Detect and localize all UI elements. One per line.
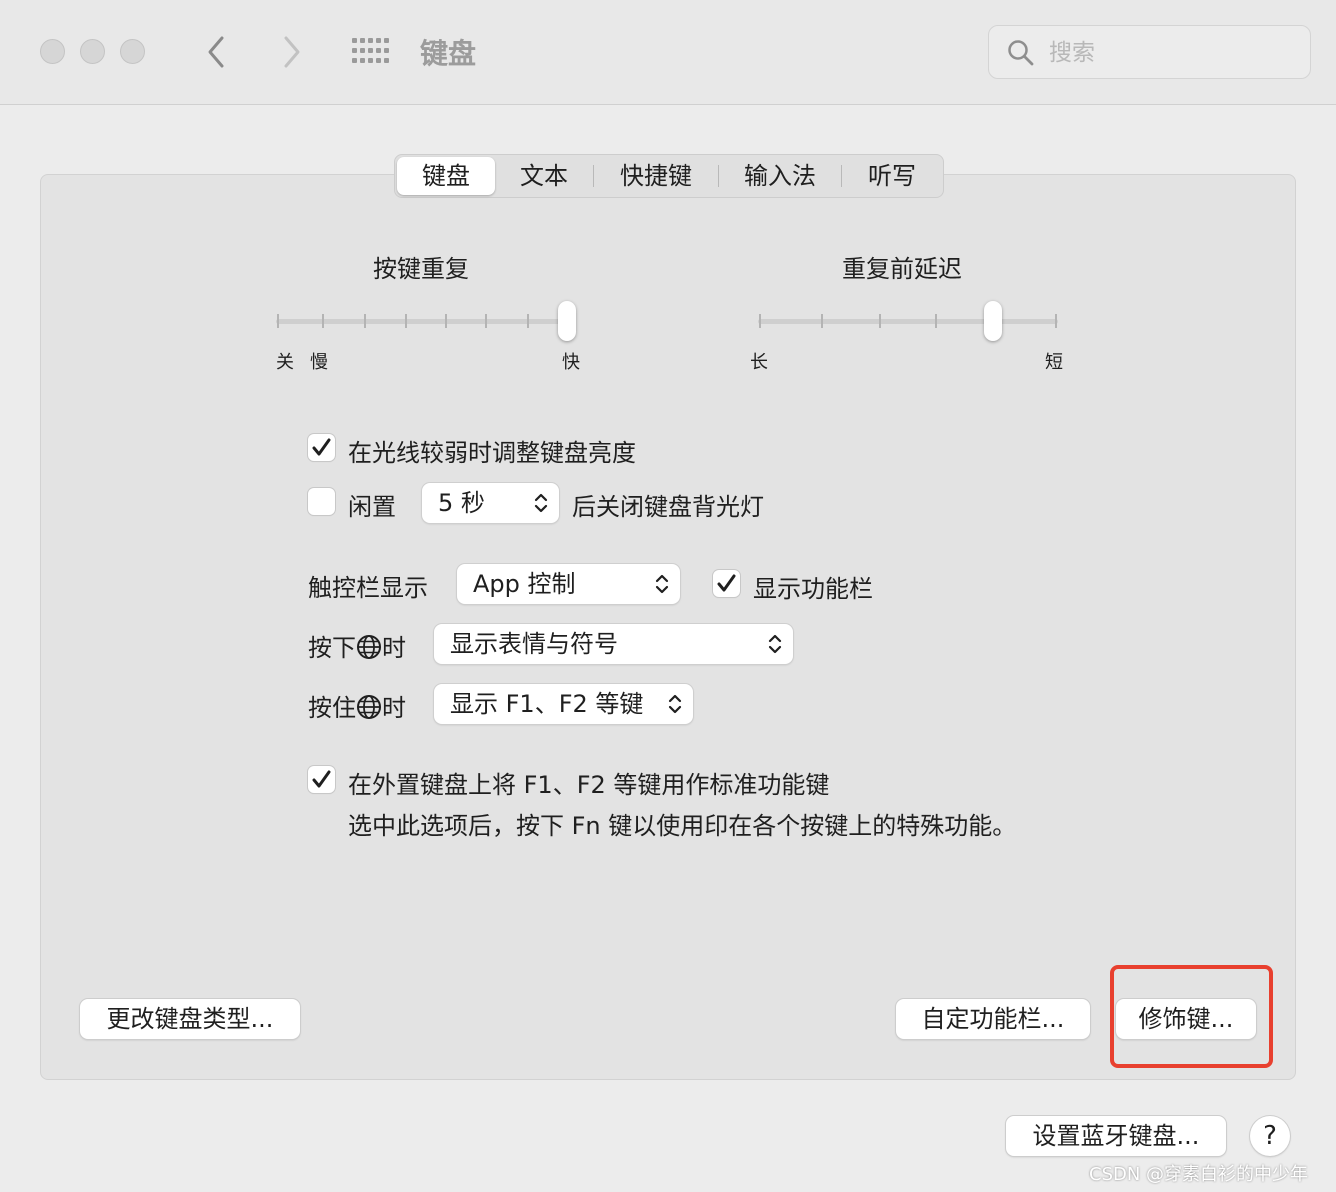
watermark-text: CSDN @穿素白衫的中少年	[1089, 1164, 1309, 1185]
title-bar: 键盘	[0, 0, 1336, 105]
key-repeat-slider-knob[interactable]	[558, 301, 576, 341]
slider-tick	[935, 314, 937, 328]
chevron-left-icon	[208, 36, 224, 68]
zoom-window-button[interactable]	[120, 39, 145, 64]
slider-tick	[759, 314, 761, 328]
delay-repeat-label-long: 长	[750, 352, 768, 373]
idle-backlight-checkbox[interactable]	[308, 488, 335, 515]
delay-repeat-title: 重复前延迟	[842, 255, 962, 283]
press-globe-select[interactable]: 显示表情与符号	[434, 624, 793, 664]
slider-tick	[485, 314, 487, 328]
back-button[interactable]	[202, 34, 230, 70]
up-down-chevron-icon	[668, 694, 682, 714]
key-repeat-label-off: 关	[276, 352, 294, 373]
key-repeat-label-fast: 快	[562, 352, 580, 373]
press-globe-value: 显示表情与符号	[450, 630, 618, 658]
std-function-keys-label: 在外置键盘上将 F1、F2 等键用作标准功能键	[348, 771, 830, 799]
customize-touchbar-button[interactable]: 自定功能栏...	[896, 999, 1090, 1039]
setup-bluetooth-keyboard-button[interactable]: 设置蓝牙键盘...	[1006, 1116, 1226, 1156]
delay-repeat-track	[758, 319, 1058, 324]
show-fn-strip-checkbox[interactable]	[713, 570, 740, 597]
search-icon	[1008, 40, 1034, 66]
show-fn-strip-label: 显示功能栏	[753, 575, 873, 603]
idle-backlight-suffix: 后关闭键盘背光灯	[572, 493, 764, 521]
help-button[interactable]: ?	[1250, 1116, 1290, 1156]
change-keyboard-type-button[interactable]: 更改键盘类型...	[80, 999, 300, 1039]
std-function-keys-description: 选中此选项后，按下 Fn 键以使用印在各个按键上的特殊功能。	[348, 812, 1017, 840]
up-down-chevron-icon	[534, 493, 548, 513]
slider-tick	[821, 314, 823, 328]
hold-globe-value: 显示 F1、F2 等键	[450, 690, 644, 718]
search-field[interactable]	[988, 25, 1311, 79]
slider-tick	[527, 314, 529, 328]
key-repeat-track	[276, 319, 574, 324]
delay-repeat-slider-knob[interactable]	[984, 301, 1002, 341]
hold-globe-label: 按住 时	[308, 688, 406, 723]
up-down-chevron-icon	[655, 574, 669, 594]
close-window-button[interactable]	[40, 39, 65, 64]
slider-tick	[364, 314, 366, 328]
key-repeat-title: 按键重复	[373, 255, 469, 283]
std-function-keys-checkbox[interactable]	[308, 766, 335, 793]
tab-input-sources[interactable]: 输入法	[719, 155, 841, 197]
window-title: 键盘	[420, 37, 477, 70]
tab-shortcuts[interactable]: 快捷键	[594, 155, 718, 197]
idle-backlight-prefix: 闲置	[348, 493, 396, 521]
press-globe-suffix: 时	[382, 634, 406, 662]
tab-bar: 键盘 文本 快捷键 输入法 听写	[394, 154, 944, 198]
checkmark-icon	[717, 574, 736, 592]
hold-globe-prefix: 按住	[308, 694, 356, 722]
globe-icon	[357, 695, 381, 719]
touchbar-label: 触控栏显示	[308, 574, 428, 602]
slider-tick	[445, 314, 447, 328]
search-input[interactable]	[1049, 34, 1289, 72]
press-globe-prefix: 按下	[308, 634, 356, 662]
hold-globe-select[interactable]: 显示 F1、F2 等键	[434, 684, 693, 724]
tab-text[interactable]: 文本	[495, 155, 593, 197]
annotation-highlight-box	[1110, 965, 1273, 1068]
touchbar-value: App 控制	[473, 570, 576, 598]
show-all-grid-icon[interactable]	[352, 38, 390, 66]
press-globe-label: 按下 时	[308, 628, 406, 663]
hold-globe-suffix: 时	[382, 694, 406, 722]
key-repeat-label-slow: 慢	[310, 352, 328, 373]
up-down-chevron-icon	[768, 634, 782, 654]
slider-tick	[1055, 314, 1057, 328]
slider-tick	[879, 314, 881, 328]
idle-time-select[interactable]: 5 秒	[422, 483, 559, 523]
delay-repeat-label-short: 短	[1045, 352, 1063, 373]
slider-tick	[322, 314, 324, 328]
adjust-brightness-label: 在光线较弱时调整键盘亮度	[348, 439, 636, 467]
checkmark-icon	[312, 438, 331, 456]
forward-button[interactable]	[278, 34, 306, 70]
idle-time-value: 5 秒	[438, 489, 485, 517]
globe-icon	[357, 635, 381, 659]
adjust-brightness-checkbox[interactable]	[308, 434, 335, 461]
slider-tick	[277, 314, 279, 328]
checkmark-icon	[312, 770, 331, 788]
minimize-window-button[interactable]	[80, 39, 105, 64]
chevron-right-icon	[284, 36, 300, 68]
tab-keyboard[interactable]: 键盘	[397, 157, 495, 195]
touchbar-select[interactable]: App 控制	[457, 564, 680, 604]
slider-tick	[405, 314, 407, 328]
tab-dictation[interactable]: 听写	[842, 155, 942, 197]
